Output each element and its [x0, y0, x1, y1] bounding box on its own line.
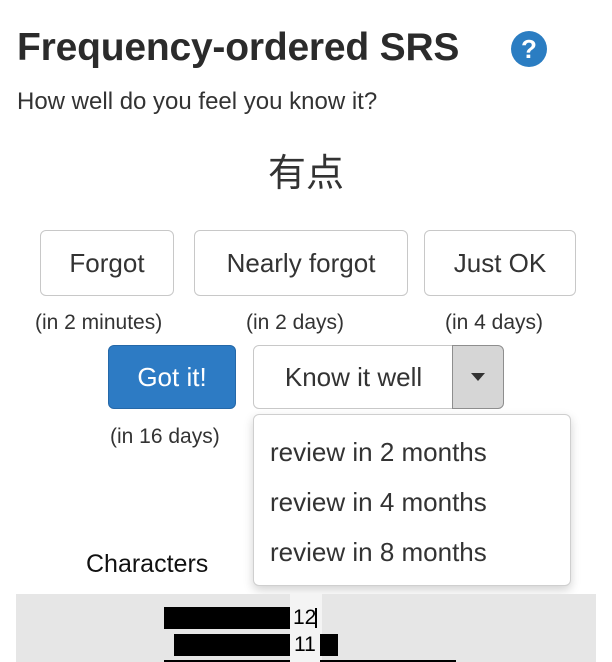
know-it-well-label: Know it well	[284, 361, 423, 392]
study-word: 有点	[267, 151, 344, 195]
page-title: Frequency-ordered SRS	[17, 26, 460, 69]
got-it-hint: (in 16 days)	[110, 425, 220, 448]
bar-12	[164, 607, 290, 629]
know-it-well-dropdown-toggle[interactable]	[452, 345, 504, 409]
got-it-button[interactable]: Got it!	[108, 345, 236, 409]
nearly-forgot-button[interactable]: Nearly forgot	[194, 230, 408, 296]
nearly-forgot-button-label: Nearly forgot	[226, 247, 376, 278]
bar-11	[174, 634, 290, 656]
review-4-months-option[interactable]: review in 4 months	[270, 487, 487, 518]
bar-label-11: 11	[294, 633, 316, 656]
chevron-down-icon	[471, 373, 485, 381]
review-2-months-option[interactable]: review in 2 months	[270, 437, 487, 468]
just-ok-button[interactable]: Just OK	[424, 230, 576, 296]
review-options-menu: review in 2 months review in 4 months re…	[253, 414, 571, 586]
prompt-text: How well do you feel you know it?	[17, 88, 378, 115]
got-it-button-label: Got it!	[137, 361, 207, 392]
forgot-button-label: Forgot	[69, 247, 145, 278]
bar-11-extension	[320, 634, 338, 656]
help-icon[interactable]: ?	[511, 31, 547, 67]
just-ok-hint: (in 4 days)	[445, 311, 544, 334]
bar-label-12: 12	[293, 606, 317, 629]
review-8-months-option[interactable]: review in 8 months	[270, 537, 487, 568]
cursor-mark	[315, 608, 317, 628]
characters-heading: Characters	[86, 550, 209, 578]
forgot-button[interactable]: Forgot	[40, 230, 174, 296]
nearly-forgot-hint: (in 2 days)	[246, 311, 345, 334]
forgot-hint: (in 2 minutes)	[35, 311, 163, 334]
just-ok-button-label: Just OK	[453, 247, 547, 278]
characters-chart: 12 11	[16, 594, 596, 662]
know-it-well-button[interactable]: Know it well	[253, 345, 454, 409]
